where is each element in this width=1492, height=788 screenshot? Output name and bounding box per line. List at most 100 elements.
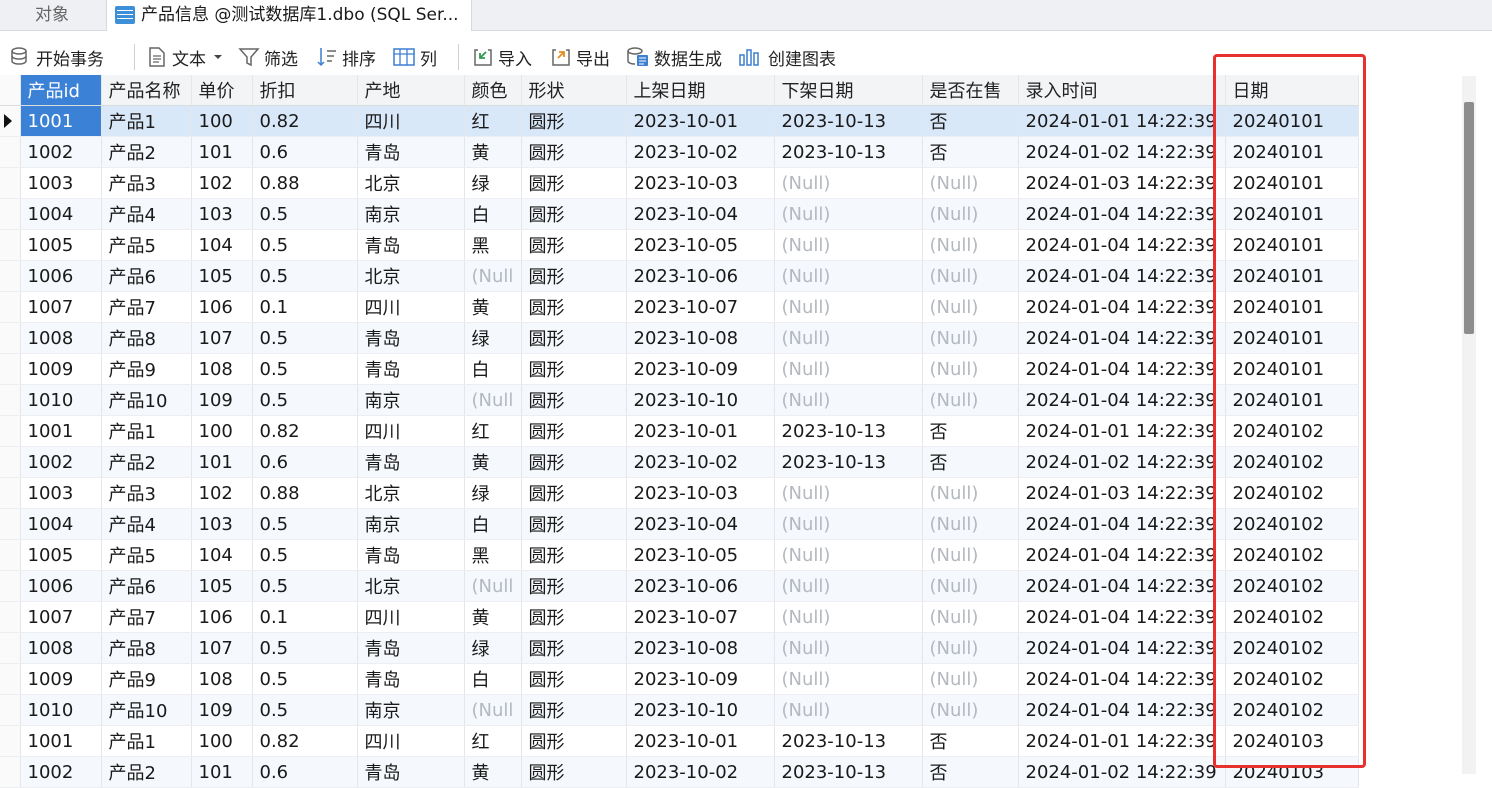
table-cell[interactable]: 青岛 <box>357 663 465 695</box>
table-cell[interactable]: (Null <box>464 570 522 602</box>
table-cell[interactable]: 四川 <box>357 291 465 323</box>
table-cell[interactable]: 2024-01-01 14:22:39 <box>1018 725 1226 757</box>
table-cell[interactable]: 产品10 <box>101 384 192 416</box>
column-header[interactable]: 产品id <box>20 75 102 106</box>
table-cell[interactable]: 102 <box>191 477 253 509</box>
table-cell[interactable]: 1003 <box>20 167 102 199</box>
table-cell[interactable]: 白 <box>464 663 522 695</box>
table-cell[interactable]: 20240102 <box>1225 694 1359 726</box>
table-cell[interactable]: 2024-01-04 14:22:39 <box>1018 632 1226 664</box>
table-cell[interactable]: 0.82 <box>252 725 358 757</box>
table-cell[interactable]: 101 <box>191 756 253 788</box>
table-cell[interactable]: 0.1 <box>252 601 358 633</box>
table-cell[interactable]: 2024-01-02 14:22:39 <box>1018 446 1226 478</box>
table-cell[interactable]: 20240101 <box>1225 384 1359 416</box>
table-cell[interactable]: 1005 <box>20 229 102 261</box>
table-row[interactable]: 1002 产品2 101 0.6 青岛黄圆形 2023-10-02 2023-10-13 否 2… <box>0 136 1359 168</box>
table-cell[interactable]: (Null) <box>774 477 923 509</box>
table-cell[interactable]: 产品3 <box>101 167 192 199</box>
table-row[interactable]: 1003 产品3 102 0.88 北京绿圆形 2023-10-03 (Null) (Null… <box>0 167 1359 199</box>
table-cell[interactable]: (Null) <box>922 229 1019 261</box>
table-cell[interactable]: 101 <box>191 446 253 478</box>
row-indicator[interactable] <box>0 229 21 261</box>
table-cell[interactable]: 20240102 <box>1225 601 1359 633</box>
table-cell[interactable]: 产品8 <box>101 322 192 354</box>
table-cell[interactable]: 20240101 <box>1225 260 1359 292</box>
row-indicator[interactable] <box>0 291 21 323</box>
table-cell[interactable]: (Null) <box>922 508 1019 540</box>
table-cell[interactable]: 2024-01-01 14:22:39 <box>1018 415 1226 447</box>
row-indicator[interactable] <box>0 663 21 695</box>
table-cell[interactable]: 否 <box>922 725 1019 757</box>
table-cell[interactable]: 0.5 <box>252 663 358 695</box>
table-cell[interactable]: (Null) <box>922 663 1019 695</box>
table-cell[interactable]: 黄 <box>464 756 522 788</box>
table-cell[interactable]: 0.88 <box>252 167 358 199</box>
table-cell[interactable]: 圆形 <box>521 601 627 633</box>
table-cell[interactable]: 圆形 <box>521 446 627 478</box>
table-cell[interactable]: 白 <box>464 508 522 540</box>
table-cell[interactable]: 2024-01-04 14:22:39 <box>1018 353 1226 385</box>
table-row[interactable]: 1009 产品9 108 0.5 青岛白圆形 2023-10-09 (Null) (Null)… <box>0 353 1359 385</box>
table-cell[interactable]: 南京 <box>357 694 465 726</box>
table-cell[interactable]: 109 <box>191 384 253 416</box>
table-cell[interactable]: 2024-01-04 14:22:39 <box>1018 322 1226 354</box>
table-cell[interactable]: 2023-10-04 <box>626 508 775 540</box>
table-cell[interactable]: (Null <box>464 694 522 726</box>
table-cell[interactable]: 20240101 <box>1225 229 1359 261</box>
row-indicator[interactable] <box>0 260 21 292</box>
table-cell[interactable]: (Null) <box>922 260 1019 292</box>
table-cell[interactable]: 103 <box>191 198 253 230</box>
table-cell[interactable]: 1008 <box>20 322 102 354</box>
table-cell[interactable]: 青岛 <box>357 446 465 478</box>
table-cell[interactable]: 0.5 <box>252 508 358 540</box>
table-cell[interactable]: 1001 <box>20 105 102 137</box>
table-cell[interactable]: 青岛 <box>357 632 465 664</box>
table-cell[interactable]: 1006 <box>20 570 102 602</box>
table-cell[interactable]: 2024-01-03 14:22:39 <box>1018 167 1226 199</box>
column-header[interactable]: 产地 <box>357 75 465 106</box>
table-cell[interactable]: 2024-01-04 14:22:39 <box>1018 198 1226 230</box>
table-cell[interactable]: 2023-10-10 <box>626 384 775 416</box>
row-indicator[interactable] <box>0 353 21 385</box>
table-cell[interactable]: (Null) <box>922 384 1019 416</box>
table-cell[interactable]: (Null) <box>922 694 1019 726</box>
table-row[interactable]: 1002 产品2 101 0.6 青岛黄圆形 2023-10-02 2023-10-13 否 2… <box>0 756 1359 788</box>
table-cell[interactable]: 黄 <box>464 446 522 478</box>
table-cell[interactable]: 产品6 <box>101 260 192 292</box>
column-header[interactable]: 产品名称 <box>101 75 192 106</box>
table-cell[interactable]: 2023-10-03 <box>626 167 775 199</box>
table-cell[interactable]: 2023-10-13 <box>774 105 923 137</box>
table-cell[interactable]: 2023-10-07 <box>626 601 775 633</box>
column-header[interactable]: 日期 <box>1225 75 1359 106</box>
table-cell[interactable]: 1003 <box>20 477 102 509</box>
table-row[interactable]: 1006 产品6 105 0.5 北京 (Null 圆形 2023-10-06 (Null) (N… <box>0 570 1359 602</box>
table-cell[interactable]: 2023-10-08 <box>626 632 775 664</box>
table-cell[interactable]: 2023-10-10 <box>626 694 775 726</box>
table-cell[interactable]: 北京 <box>357 477 465 509</box>
column-header[interactable]: 是否在售 <box>922 75 1019 106</box>
table-cell[interactable]: 1009 <box>20 663 102 695</box>
table-cell[interactable]: 20240102 <box>1225 477 1359 509</box>
table-cell[interactable]: 20240102 <box>1225 663 1359 695</box>
table-row[interactable]: 1005 产品5 104 0.5 青岛黑圆形 2023-10-05 (Null) (Null)… <box>0 539 1359 571</box>
table-cell[interactable]: (Null) <box>774 601 923 633</box>
table-cell[interactable]: 绿 <box>464 477 522 509</box>
table-cell[interactable]: 四川 <box>357 415 465 447</box>
table-cell[interactable]: 红 <box>464 105 522 137</box>
table-cell[interactable]: 2023-10-09 <box>626 663 775 695</box>
table-cell[interactable]: 黄 <box>464 136 522 168</box>
table-cell[interactable]: 产品8 <box>101 632 192 664</box>
table-cell[interactable]: 2024-01-04 14:22:39 <box>1018 229 1226 261</box>
table-cell[interactable]: 0.6 <box>252 446 358 478</box>
table-cell[interactable]: 圆形 <box>521 663 627 695</box>
row-indicator[interactable] <box>0 539 21 571</box>
column-header[interactable]: 上架日期 <box>626 75 775 106</box>
table-cell[interactable]: 2023-10-05 <box>626 539 775 571</box>
table-cell[interactable]: 产品4 <box>101 198 192 230</box>
table-cell[interactable]: 108 <box>191 353 253 385</box>
table-row[interactable]: 1008 产品8 107 0.5 青岛绿圆形 2023-10-08 (Null) (Null)… <box>0 632 1359 664</box>
table-cell[interactable]: 否 <box>922 756 1019 788</box>
table-cell[interactable]: 产品2 <box>101 136 192 168</box>
table-cell[interactable]: (Null <box>464 384 522 416</box>
